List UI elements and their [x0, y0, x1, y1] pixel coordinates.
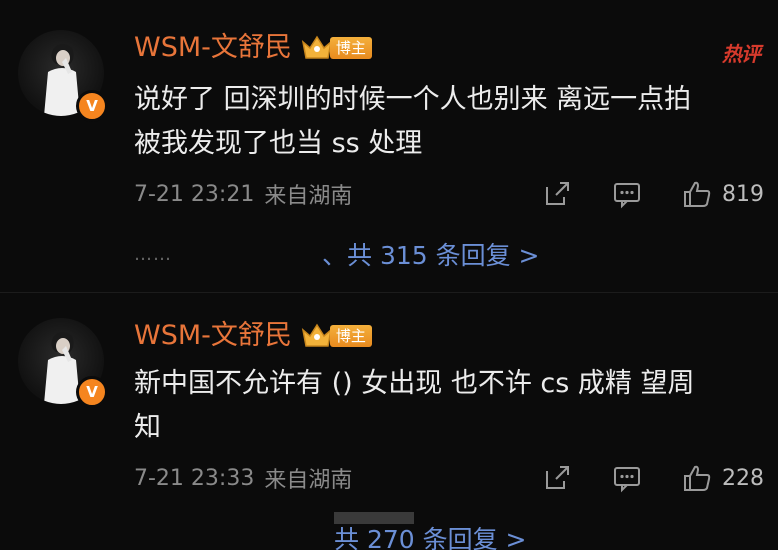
username[interactable]: WSM-文舒民 [134, 30, 292, 66]
like-count: 228 [722, 465, 764, 491]
comment-text-line: 被我发现了也当 ss 处理 [134, 128, 423, 159]
share-icon[interactable] [542, 179, 572, 209]
thumbs-up-icon[interactable] [682, 463, 712, 493]
comment-card: V WSM-文舒民 博主 新中国不允许有 () 女出现 也不许 cs 成精 望周… [0, 290, 778, 550]
location: 来自湖南 [264, 468, 353, 493]
username[interactable]: WSM-文舒民 [134, 318, 292, 354]
comment-text: 新中国不允许有 () 女出现 也不许 cs 成精 望周 知 [134, 362, 764, 450]
action-bar: 228 [542, 462, 764, 494]
comment-text-line: 新中国不允许有 () 女出现 也不许 cs 成精 望周 [134, 368, 695, 399]
comment-icon[interactable] [612, 463, 642, 493]
meta-row: 7-21 23:21 来自湖南 819 [134, 178, 764, 210]
timestamp: 7-21 23:21 [134, 181, 255, 207]
like-count: 819 [722, 181, 764, 207]
crown-icon [301, 35, 333, 59]
location: 来自湖南 [264, 184, 353, 209]
share-icon[interactable] [542, 463, 572, 493]
timestamp: 7-21 23:33 [134, 465, 255, 491]
comment-icon[interactable] [612, 179, 642, 209]
verified-v-icon: V [76, 90, 108, 122]
meta-row: 7-21 23:33 来自湖南 228 [134, 462, 764, 494]
username-row: WSM-文舒民 博主 [134, 318, 372, 354]
action-bar: 819 [542, 178, 764, 210]
view-replies-link[interactable]: 共 270 条回复 > [334, 520, 527, 550]
replies-row: …… 、共 315 条回复 > [134, 234, 540, 274]
username-row: WSM-文舒民 博主 [134, 30, 372, 66]
crown-icon [301, 323, 333, 347]
verified-v-icon: V [76, 376, 108, 408]
thumbs-up-icon[interactable] [682, 179, 712, 209]
poster-badge: 博主 [329, 37, 372, 59]
comment-text-line: 说好了 回深圳的时候一个人也别来 离远一点拍 [134, 84, 692, 115]
comment-text-line: 知 [134, 412, 161, 443]
reply-preview-dots: …… [134, 243, 172, 265]
comment-text: 说好了 回深圳的时候一个人也别来 离远一点拍 被我发现了也当 ss 处理 [134, 78, 764, 166]
view-replies-link[interactable]: 、共 315 条回复 > [322, 236, 540, 272]
comment-card: V WSM-文舒民 博主 热评 说好了 回深圳的时候一个人也别来 离远一点拍 被… [0, 0, 778, 290]
poster-badge: 博主 [329, 325, 372, 347]
hot-comment-tag: 热评 [722, 42, 761, 66]
